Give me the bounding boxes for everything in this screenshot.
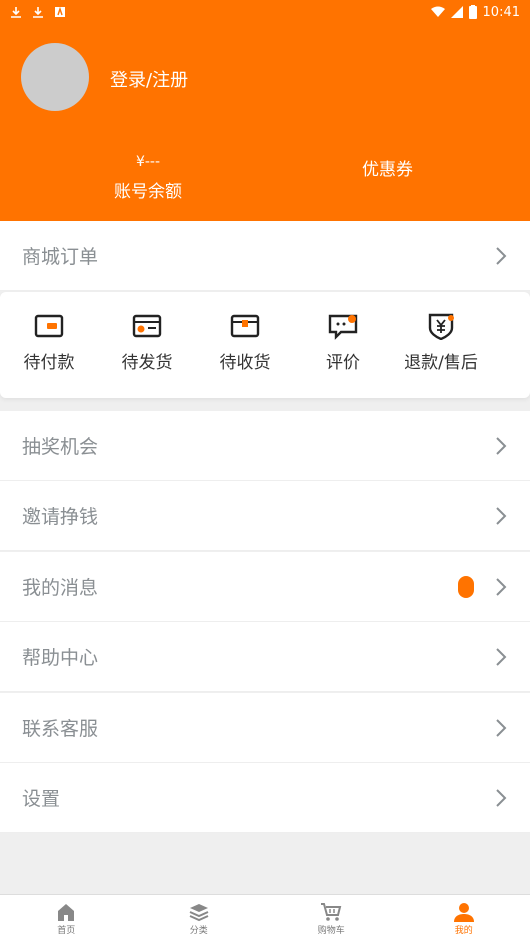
refund-shield-icon [428,313,454,340]
tab-mine[interactable]: 我的 [398,895,530,940]
order-refund-aftersale[interactable]: 退款/售后 [392,292,490,398]
chevron-right-icon [496,246,507,265]
chevron-right-icon [496,577,507,596]
menu-row-messages[interactable]: 我的消息 [0,552,530,622]
download-icon [11,7,21,18]
menu-row-settings[interactable]: 设置 [0,763,530,833]
menu-row-label: 抽奖机会 [22,436,99,458]
tab-cart-label: 购物车 [317,926,345,936]
unread-badge [458,575,474,598]
chevron-right-icon [496,436,507,455]
order-review-label: 评价 [326,353,360,373]
menu-row-label: 帮助中心 [22,647,99,669]
balance-amount: ¥--- [135,154,161,170]
tab-category[interactable]: 分类 [133,895,266,940]
order-pending-shipment[interactable]: 待发货 [98,292,196,398]
mall-orders-row[interactable]: 商城订单 [0,221,530,291]
order-pending-payment-label: 待付款 [23,353,75,373]
layers-icon [189,904,209,922]
chevron-right-icon [496,506,507,525]
tab-mine-label: 我的 [454,926,473,936]
order-pending-receipt-label: 待收货 [219,353,271,373]
mall-orders-label: 商城订单 [22,246,99,268]
order-status-panel: 待付款 待发货 待收货 评价 退款/售后 [0,292,530,398]
order-refund-aftersale-label: 退款/售后 [404,353,478,373]
order-review[interactable]: 评价 [294,292,392,398]
comment-icon [328,314,358,340]
app-notification-icon [55,6,65,17]
chevron-right-icon [496,647,507,666]
tab-category-label: 分类 [189,926,208,936]
menu-row-label: 邀请挣钱 [22,506,99,528]
user-icon [453,903,474,922]
avatar[interactable] [21,43,89,111]
download-icon [33,7,43,18]
menu-row-label: 我的消息 [22,577,99,599]
menu-row-lottery[interactable]: 抽奖机会 [0,411,530,481]
menu-row-invite[interactable]: 邀请挣钱 [0,481,530,551]
menu-row-help[interactable]: 帮助中心 [0,622,530,692]
cart-icon [321,903,342,921]
signal-icon [450,6,463,18]
balance-label[interactable]: 账号余额 [110,177,186,202]
menu-row-label: 设置 [22,788,61,810]
home-icon [58,904,75,921]
login-register-link[interactable]: 登录/注册 [110,66,188,92]
status-bar: 10:41 [0,0,530,24]
coupon-link[interactable]: 优惠券 [362,155,413,180]
order-pending-shipment-label: 待发货 [121,353,173,373]
wallet-icon [34,314,64,338]
status-time: 10:41 [482,4,520,20]
profile-header: 10:41 登录/注册 ¥--- 账号余额 优惠券 [0,0,530,221]
bottom-tab-bar: 首页 分类 购物车 我的 [0,894,530,940]
wifi-icon [430,6,445,17]
shipping-card-icon [132,314,162,338]
tab-cart[interactable]: 购物车 [265,895,398,940]
order-pending-payment[interactable]: 待付款 [0,292,98,398]
chevron-right-icon [496,718,507,737]
package-box-icon [230,314,260,338]
order-pending-receipt[interactable]: 待收货 [196,292,294,398]
tab-home[interactable]: 首页 [0,895,133,940]
chevron-right-icon [496,788,507,807]
tab-home-label: 首页 [57,926,76,936]
battery-icon [468,5,477,19]
menu-row-customer-service[interactable]: 联系客服 [0,693,530,763]
menu-row-label: 联系客服 [22,718,99,740]
